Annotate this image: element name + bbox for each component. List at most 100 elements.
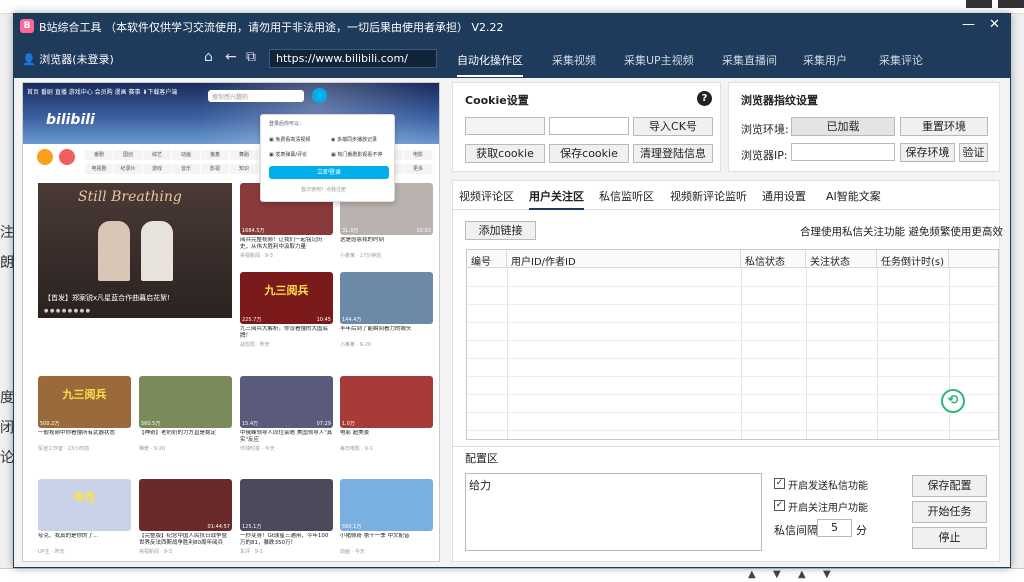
carousel-dots[interactable]: ● ● ● ● ● ● ● ● (44, 308, 90, 314)
category-tag[interactable]: 纪录片 (114, 164, 142, 174)
category-tag[interactable]: 音乐 (172, 164, 200, 174)
interval-input[interactable]: 5 (817, 519, 852, 537)
save-config-button[interactable]: 保存配置 (912, 475, 987, 497)
category-tag[interactable]: 舞蹈 (230, 150, 258, 160)
video-thumbnail[interactable]: 夸克 (38, 479, 131, 531)
avatar[interactable] (312, 88, 327, 103)
video-title[interactable]: 【神奇】老奶奶的力方直是稳定 (139, 430, 232, 444)
tab-dm-listen[interactable]: 私信监听区 (599, 188, 654, 204)
video-title[interactable]: 中俄峰领导人同位会晤 美国领导人"真实"反应 (240, 430, 333, 444)
tab-new-comment-listen[interactable]: 视频新评论监听 (670, 188, 747, 204)
tab-collect-comments[interactable]: 采集评论 (879, 52, 923, 68)
video-thumbnail[interactable]: 560.5万 (139, 376, 232, 428)
tab-ai-copy[interactable]: AI智能文案 (826, 188, 881, 204)
save-cookie-button[interactable]: 保存cookie (549, 144, 629, 163)
register-link[interactable]: 首次使用？点我注册 (301, 186, 346, 193)
add-link-button[interactable]: 添加链接 (465, 221, 536, 240)
browser-user[interactable]: 👤 浏览器(未登录) (22, 51, 114, 67)
reset-env-button[interactable]: 重置环境 (900, 117, 988, 136)
video-title[interactable]: 【完整版】纪念中国人民抗日战争暨世界反法西斯战争胜利80周年阅兵 (139, 533, 232, 547)
category-tag[interactable]: 更多 (404, 164, 432, 174)
verify-button[interactable]: 验证 (959, 143, 988, 162)
video-title[interactable]: 一般视频中你看懂所有武器状态 (38, 430, 131, 444)
chevron-down-icon[interactable]: ▼ (823, 569, 831, 580)
tab-collect-videos[interactable]: 采集视频 (552, 52, 596, 68)
bili-search-input[interactable]: 搜你感兴趣的 (208, 90, 304, 102)
column-header[interactable]: 关注状态 (806, 250, 877, 268)
category-tag[interactable]: 影视 (201, 164, 229, 174)
cookie-value-field[interactable] (549, 117, 629, 135)
video-title[interactable]: 夸克、我真的是你的了... (38, 533, 131, 547)
follow-checkbox[interactable]: ✓ (774, 500, 785, 511)
get-cookie-button[interactable]: 获取cookie (465, 144, 545, 163)
video-thumbnail[interactable]: 1.0万 (340, 376, 433, 428)
bg-window-button[interactable] (998, 0, 1024, 8)
category-tag[interactable]: 番剧 (85, 150, 113, 160)
tab-collect-live[interactable]: 采集直播间 (722, 52, 777, 68)
video-thumbnail[interactable]: 01:44:57 (139, 479, 232, 531)
url-field[interactable]: https://www.bilibili.com/ (269, 49, 437, 68)
video-card[interactable]: 九三阅兵 500.2万 一般视频中你看懂所有武器状态 军迷工作室 · 23小时前 (38, 376, 131, 452)
video-thumbnail[interactable]: 九三阅兵 225.7万 10:45 (240, 272, 333, 324)
back-icon[interactable]: ⟲ (941, 389, 965, 413)
video-card[interactable]: 125.1万 一秒变身！Gt球星三通用，今年100万的81，暴跌350万！ 车评 ·… (240, 479, 333, 555)
start-task-button[interactable]: 开始任务 (912, 501, 987, 523)
bili-nav-links[interactable]: 首页 番剧 直播 游戏中心 会员购 漫画 赛事 ⬇下载客户端 (27, 87, 177, 96)
bili-logo[interactable]: bilibili (46, 112, 95, 128)
column-header[interactable]: 用户ID/作者ID (507, 250, 741, 268)
video-thumbnail[interactable]: 144.4万 (340, 272, 433, 324)
help-icon[interactable]: ? (697, 91, 712, 106)
video-card[interactable]: 夸克 夸克、我真的是你的了... UP主 · 昨天 (38, 479, 131, 555)
category-tag[interactable]: 知识 (230, 164, 258, 174)
category-tag[interactable]: 鬼畜 (201, 150, 229, 160)
close-icon[interactable]: ✕ (989, 17, 1000, 32)
video-thumbnail[interactable]: 九三阅兵 500.2万 (38, 376, 131, 428)
tab-video-comments[interactable]: 视频评论区 (459, 188, 514, 204)
hot-icon[interactable] (59, 149, 75, 165)
back-arrow-icon[interactable]: ← (225, 49, 237, 65)
video-card[interactable]: 560.1万 小猪佩奇 第十一季 中文配音 动画 · 今天 (340, 479, 433, 555)
save-env-button[interactable]: 保存环境 (900, 143, 955, 162)
category-tag[interactable]: 综艺 (143, 150, 171, 160)
embedded-browser[interactable]: 首页 番剧 直播 游戏中心 会员购 漫画 赛事 ⬇下载客户端 搜你感兴趣的 bi… (22, 82, 440, 562)
copy-icon[interactable]: ⧉ (246, 49, 256, 65)
video-title[interactable]: 小猪佩奇 第十一季 中文配音 (340, 533, 433, 547)
tab-collect-up-videos[interactable]: 采集UP主视频 (624, 52, 694, 68)
chevron-down-icon[interactable]: ▼ (773, 569, 781, 580)
message-textarea[interactable]: 给力 (465, 473, 762, 551)
category-tag[interactable]: 游戏 (143, 164, 171, 174)
video-card[interactable]: 144.4万 半年后到了能瞬间看力的眼头 小某某 · 9-20 (340, 272, 433, 348)
category-tag[interactable]: 电影 (404, 150, 432, 160)
video-title[interactable]: 阅兵完整视频！让我们一起铭记历史，从伟大胜利中汲取力量 (240, 237, 333, 251)
video-thumbnail[interactable]: 15.4万 07:29 (240, 376, 333, 428)
tab-user-follow[interactable]: 用户关注区 (529, 188, 584, 210)
video-title[interactable]: 这是感恩我的时刻 (340, 237, 433, 251)
bg-window-button[interactable] (966, 0, 992, 8)
home-icon[interactable]: ⌂ (204, 49, 213, 65)
login-button[interactable]: 立即登录 (269, 166, 389, 179)
video-card[interactable]: 九三阅兵 225.7万 10:45 九三阅兵大解析，你没看懂的大国底牌！ 战忽局 · 昨… (240, 272, 333, 348)
column-header[interactable]: 任务倒计时(s) (877, 250, 949, 268)
video-card[interactable]: 01:44:57 【完整版】纪念中国人民抗日战争暨世界反法西斯战争胜利80周年阅兵… (139, 479, 232, 555)
import-ck-button[interactable]: 导入CK号 (633, 117, 713, 136)
bili-banner[interactable]: Still Breathing 【首发】郑案锐x凡星蓝合作曲暮启花絮! ● ● … (38, 183, 232, 318)
video-thumbnail[interactable]: 560.1万 (340, 479, 433, 531)
tab-collect-users[interactable]: 采集用户 (803, 52, 847, 68)
video-card[interactable]: 1.0万 电影 超美景 每日电影 · 9-1 (340, 376, 433, 452)
video-card[interactable]: 560.5万 【神奇】老奶奶的力方直是稳定 稀奇 · 9-20 (139, 376, 232, 452)
video-thumbnail[interactable]: 125.1万 (240, 479, 333, 531)
send-dm-checkbox[interactable]: ✓ (774, 478, 785, 489)
category-tag[interactable]: 电视剧 (85, 164, 113, 174)
video-title[interactable]: 半年后到了能瞬间看力的眼头 (340, 326, 433, 340)
category-tag[interactable]: 动画 (172, 150, 200, 160)
video-title[interactable]: 一秒变身！Gt球星三通用，今年100万的81，暴跌350万！ (240, 533, 333, 547)
chevron-up-icon[interactable]: ▲ (798, 569, 806, 580)
tab-automation[interactable]: 自动化操作区 (457, 52, 523, 77)
video-title[interactable]: 九三阅兵大解析，你没看懂的大国底牌！ (240, 326, 333, 340)
column-header[interactable]: 编号 (467, 250, 507, 268)
minimize-icon[interactable]: — (962, 17, 975, 32)
clear-login-button[interactable]: 清理登陆信息 (633, 144, 713, 163)
browser-ip-field[interactable] (791, 143, 895, 161)
video-title[interactable]: 电影 超美景 (340, 430, 433, 444)
chevron-up-icon[interactable]: ▲ (748, 569, 756, 580)
